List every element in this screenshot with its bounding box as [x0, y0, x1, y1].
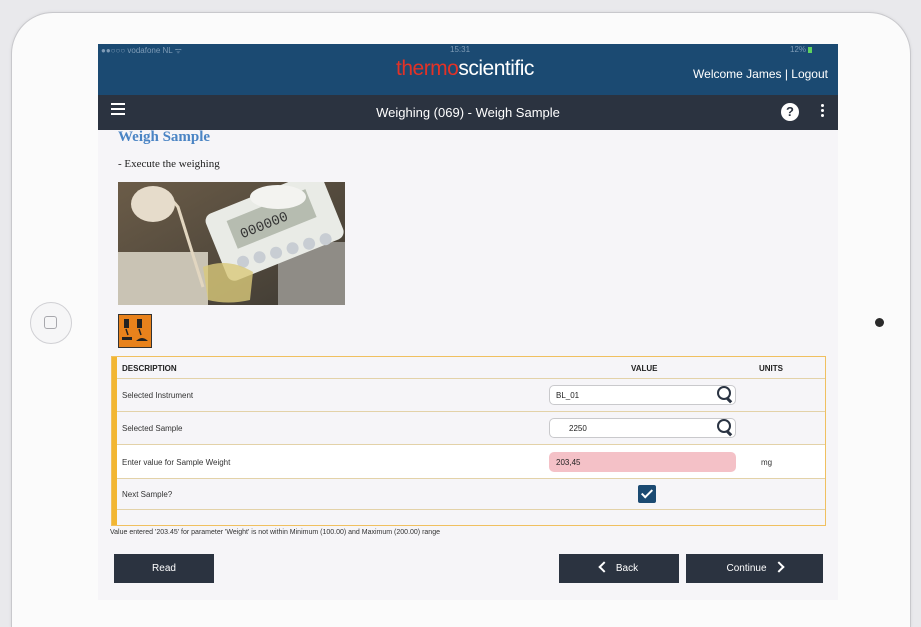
- validation-message: Value entered '203.45' for parameter 'We…: [110, 529, 440, 536]
- title-bar: Weighing (069) - Weigh Sample ?: [98, 95, 838, 130]
- battery-icon: [808, 46, 813, 53]
- instruction-photo: 000000: [118, 182, 345, 305]
- parameter-table: DESCRIPTION VALUE UNITS Selected Instrum…: [111, 356, 826, 526]
- read-button[interactable]: Read: [114, 554, 214, 583]
- sample-field[interactable]: 2250: [549, 418, 736, 438]
- continue-button[interactable]: Continue: [686, 554, 823, 583]
- page-title: Weighing (069) - Weigh Sample: [376, 105, 560, 120]
- app-screen: ●●○○○ vodafone NL ᯤ 15:31 12% thermoscie…: [98, 44, 838, 600]
- search-icon[interactable]: [717, 386, 733, 402]
- app-header: ●●○○○ vodafone NL ᯤ 15:31 12% thermoscie…: [98, 44, 838, 95]
- instruction-text: - Execute the weighing: [118, 158, 220, 170]
- next-sample-checkbox[interactable]: [638, 485, 656, 503]
- status-battery: 12%: [790, 45, 813, 54]
- chevron-right-icon: [772, 561, 785, 574]
- sample-weight-input[interactable]: 203,45: [549, 452, 736, 472]
- status-carrier: ●●○○○ vodafone NL ᯤ: [101, 46, 182, 55]
- camera-icon: [875, 318, 884, 327]
- table-row: Selected Sample 2250: [117, 412, 825, 445]
- row-label: Selected Sample: [122, 424, 183, 433]
- help-icon[interactable]: ?: [781, 103, 799, 121]
- instrument-field[interactable]: BL_01: [549, 385, 736, 405]
- col-units: UNITS: [759, 364, 783, 373]
- search-icon[interactable]: [717, 419, 733, 435]
- col-description: DESCRIPTION: [122, 364, 177, 373]
- weight-units: mg: [761, 458, 773, 467]
- table-row: Next Sample?: [117, 479, 825, 510]
- more-options-icon[interactable]: [821, 104, 824, 119]
- table-row: Enter value for Sample Weight 203,45 mg: [117, 445, 825, 479]
- row-label: Selected Instrument: [122, 391, 194, 400]
- chevron-left-icon: [598, 561, 610, 574]
- row-label: Next Sample?: [122, 490, 173, 499]
- corrosive-hazard-icon: [118, 314, 152, 348]
- home-square-icon: [44, 316, 57, 329]
- back-button[interactable]: Back: [559, 554, 679, 583]
- welcome-logout-link[interactable]: Welcome James | Logout: [693, 67, 828, 81]
- table-header: DESCRIPTION VALUE UNITS: [117, 357, 825, 379]
- brand-logo: thermoscientific: [396, 57, 534, 80]
- section-heading: Weigh Sample: [118, 129, 211, 145]
- status-time: 15:31: [450, 45, 471, 54]
- table-row: Selected Instrument BL_01: [117, 379, 825, 412]
- col-value: VALUE: [631, 364, 658, 373]
- row-label: Enter value for Sample Weight: [122, 458, 231, 467]
